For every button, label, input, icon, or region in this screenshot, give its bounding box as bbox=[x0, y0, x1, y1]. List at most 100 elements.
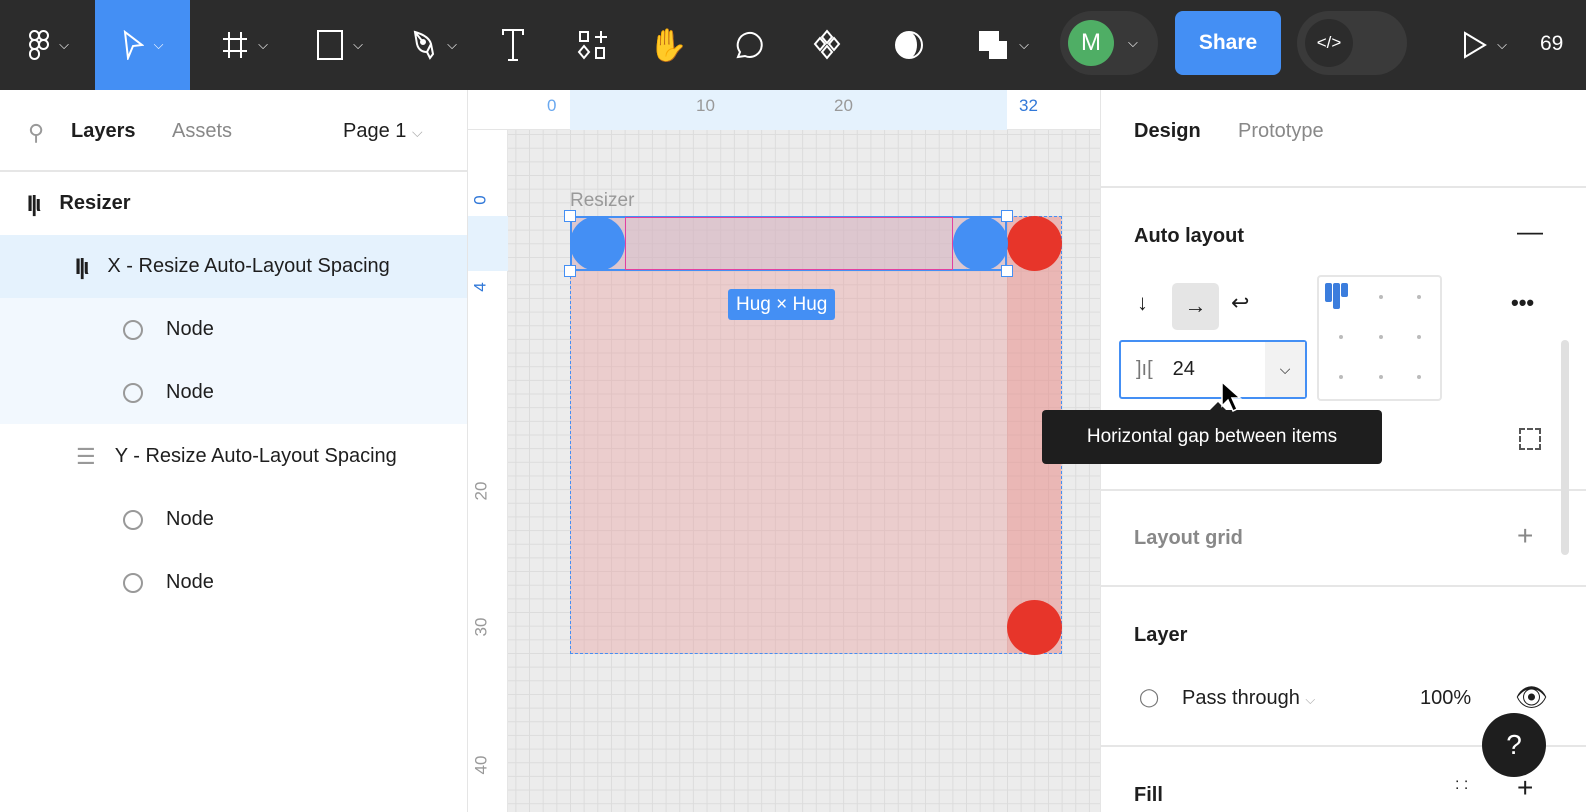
styles-icon[interactable]: : : bbox=[1455, 777, 1468, 793]
layer-row[interactable]: Node bbox=[0, 298, 467, 361]
resize-handle[interactable] bbox=[1001, 265, 1013, 277]
figma-logo-icon bbox=[29, 30, 50, 60]
autolayout-frame-icon: Ι|ι bbox=[75, 253, 89, 279]
node-blue[interactable] bbox=[953, 216, 1008, 271]
boolean-button[interactable]: ⌵ bbox=[968, 0, 1038, 90]
blend-mode-value: Pass through bbox=[1182, 687, 1300, 709]
autolayout-frame-icon: Ι|ι bbox=[27, 190, 41, 216]
present-button[interactable]: ⌵ bbox=[1450, 0, 1520, 90]
resizer-frame[interactable] bbox=[570, 216, 1062, 654]
direction-horizontal-icon[interactable]: → bbox=[1172, 283, 1219, 330]
gap-highlight bbox=[625, 217, 953, 270]
layer-row[interactable]: Node bbox=[0, 488, 467, 551]
remove-auto-layout-icon[interactable]: — bbox=[1517, 216, 1543, 247]
layer-row[interactable]: Ι|ι X - Resize Auto-Layout Spacing bbox=[0, 235, 467, 298]
layers-panel: ⚲ Layers Assets Page 1 ⌵ Ι|ι Resizer Ι|ι X… bbox=[0, 90, 468, 812]
search-icon[interactable]: ⚲ bbox=[28, 120, 44, 146]
move-tool-button[interactable]: ⌵ bbox=[95, 0, 190, 90]
ellipse-icon bbox=[123, 572, 143, 593]
resize-handle[interactable] bbox=[564, 265, 576, 277]
text-tool-button[interactable] bbox=[490, 0, 536, 90]
dev-mode-toggle[interactable]: </> bbox=[1297, 11, 1407, 75]
components-tool-button[interactable] bbox=[570, 0, 616, 90]
tab-layers[interactable]: Layers bbox=[71, 120, 136, 143]
layer-name: Node bbox=[166, 381, 214, 403]
multiplayer-button[interactable]: M ⌵ bbox=[1060, 11, 1158, 75]
fill-title: Fill bbox=[1134, 784, 1163, 806]
alignment-grid[interactable] bbox=[1317, 275, 1442, 401]
tab-design[interactable]: Design bbox=[1134, 120, 1201, 143]
layer-row[interactable]: Node bbox=[0, 551, 467, 614]
rectangle-tool-button[interactable]: ⌵ bbox=[305, 0, 375, 90]
main-menu-button[interactable]: ⌵ bbox=[14, 0, 84, 90]
resize-handle[interactable] bbox=[564, 210, 576, 222]
node-red[interactable] bbox=[1007, 600, 1062, 655]
share-button[interactable]: Share bbox=[1175, 11, 1281, 75]
ruler-horizontal: 0 10 20 32 bbox=[468, 90, 1100, 130]
text-icon bbox=[502, 29, 524, 61]
ruler-label: 0 bbox=[547, 96, 557, 115]
ruler-label: 4 bbox=[470, 282, 490, 292]
frame-icon bbox=[223, 32, 248, 58]
hand-tool-button[interactable]: ✋ bbox=[645, 0, 691, 90]
more-options-icon[interactable]: ••• bbox=[1511, 290, 1534, 316]
resize-handle[interactable] bbox=[1001, 210, 1013, 222]
zoom-level[interactable]: 69 bbox=[1540, 32, 1563, 56]
layer-name: Y - Resize Auto-Layout Spacing bbox=[114, 445, 397, 467]
ellipse-icon bbox=[123, 382, 143, 403]
pen-tool-button[interactable]: ⌵ bbox=[400, 0, 470, 90]
layer-title: Layer bbox=[1134, 624, 1188, 646]
layer-row[interactable]: Node bbox=[0, 361, 467, 424]
wrap-icon[interactable]: ↩ bbox=[1231, 290, 1249, 316]
tab-prototype[interactable]: Prototype bbox=[1238, 120, 1324, 143]
avatar: M bbox=[1068, 20, 1114, 66]
blend-mode-select[interactable]: Pass through ⌵ bbox=[1182, 687, 1315, 710]
gap-value: 24 bbox=[1172, 358, 1195, 380]
hand-icon: ✋ bbox=[648, 27, 688, 63]
add-fill-icon[interactable]: + bbox=[1517, 772, 1533, 804]
layer-row[interactable]: ☰ Y - Resize Auto-Layout Spacing bbox=[0, 425, 467, 488]
components-icon bbox=[577, 31, 607, 60]
layer-row[interactable]: Ι|ι Resizer bbox=[0, 172, 467, 235]
tab-assets[interactable]: Assets bbox=[172, 120, 232, 143]
tooltip-text: Horizontal gap between items bbox=[1086, 426, 1338, 447]
ruler-label: 0 bbox=[470, 195, 490, 205]
mouse-cursor-icon bbox=[1221, 380, 1242, 413]
ellipse-icon bbox=[123, 319, 143, 340]
page-name: Page 1 bbox=[343, 120, 407, 142]
boolean-icon bbox=[979, 31, 1008, 59]
comment-icon bbox=[736, 31, 763, 59]
node-red[interactable] bbox=[1007, 216, 1062, 271]
layout-grid-title: Layout grid bbox=[1134, 527, 1243, 549]
eye-icon[interactable]: 👁 bbox=[1515, 682, 1548, 713]
opacity-input[interactable]: 100% bbox=[1420, 687, 1471, 710]
node-blue[interactable] bbox=[570, 216, 625, 271]
page-selector[interactable]: Page 1 ⌵ bbox=[343, 120, 423, 143]
gap-icon: ]ı[ bbox=[1136, 358, 1153, 380]
contrast-button[interactable] bbox=[886, 0, 932, 90]
frame-tool-button[interactable]: ⌵ bbox=[210, 0, 280, 90]
scrollbar[interactable] bbox=[1561, 340, 1569, 555]
gap-input[interactable]: ]ı[ 24 ⌵ bbox=[1119, 340, 1307, 399]
ruler-label: 32 bbox=[1019, 96, 1038, 115]
code-icon: </> bbox=[1305, 19, 1353, 67]
blend-mode-icon: ◯ bbox=[1139, 687, 1160, 707]
layer-name: Node bbox=[166, 571, 214, 593]
chevron-down-icon: ⌵ bbox=[59, 37, 69, 52]
comment-tool-button[interactable] bbox=[726, 0, 772, 90]
canvas[interactable]: 0 10 20 32 0 4 20 30 40 Resizer Hug × Hu… bbox=[468, 90, 1100, 812]
vertical-autolayout-icon: ☰ bbox=[76, 443, 96, 469]
chevron-down-icon[interactable]: ⌵ bbox=[1265, 342, 1305, 397]
clip-content-icon[interactable] bbox=[1519, 428, 1541, 450]
assets-button[interactable] bbox=[804, 0, 850, 90]
ruler-label: 40 bbox=[471, 755, 491, 775]
component-diamonds-icon bbox=[813, 29, 841, 60]
help-button[interactable]: ? bbox=[1482, 713, 1546, 777]
add-layout-grid-icon[interactable]: + bbox=[1517, 520, 1533, 552]
layer-name: Node bbox=[166, 318, 214, 340]
frame-label[interactable]: Resizer bbox=[570, 190, 634, 212]
direction-vertical-icon[interactable]: ↓ bbox=[1137, 290, 1148, 316]
ruler-label: 20 bbox=[471, 481, 491, 501]
cursor-icon bbox=[123, 30, 144, 60]
toolbar: ⌵ ⌵ ⌵ ⌵ ⌵ ✋ ⌵ M ⌵ Share </> ⌵ 69 bbox=[0, 0, 1586, 90]
